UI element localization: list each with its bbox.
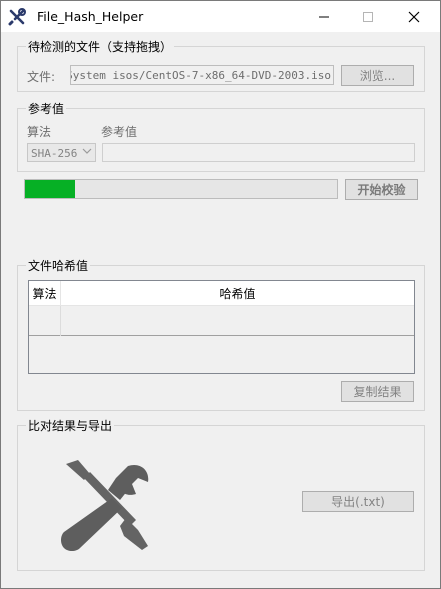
window-title: File_Hash_Helper — [37, 9, 144, 24]
minimize-icon — [319, 16, 329, 17]
hash-progress-bar — [24, 179, 338, 199]
browse-button[interactable]: 浏览... — [341, 65, 414, 86]
table-row[interactable] — [29, 306, 414, 336]
file-group-title: 待检测的文件（支持拖拽） — [26, 38, 175, 55]
column-header-algorithm[interactable]: 算法 — [29, 281, 61, 306]
reference-group: 参考值 算法 参考值 SHA-256 — [17, 100, 425, 172]
algorithm-select[interactable]: SHA-256 — [27, 143, 96, 162]
title-bar[interactable]: File_Hash_Helper — [1, 1, 440, 32]
reference-value-input[interactable] — [102, 143, 415, 162]
app-window: File_Hash_Helper 待检测的文件（支持拖拽） 文件: .../Sy… — [0, 0, 441, 589]
start-verify-button[interactable]: 开始校验 — [345, 179, 418, 200]
row-selector[interactable] — [29, 306, 61, 336]
file-path-field[interactable]: .../System isos/CentOS-7-x86_64-DVD-2003… — [70, 65, 334, 85]
close-icon — [408, 11, 420, 22]
copy-result-button[interactable]: 复制结果 — [341, 381, 414, 402]
file-label: 文件: — [27, 70, 56, 84]
hash-group: 文件哈希值 算法 哈希值 复制结果 — [17, 257, 425, 411]
file-path-text: .../System isos/CentOS-7-x86_64-DVD-2003… — [71, 69, 331, 82]
maximize-icon — [363, 11, 373, 22]
hash-results-table[interactable]: 算法 哈希值 — [28, 280, 415, 374]
table-header: 算法 哈希值 — [29, 281, 414, 306]
export-txt-button[interactable]: 导出(.txt) — [302, 491, 414, 512]
minimize-button[interactable] — [301, 1, 347, 32]
tools-icon — [8, 8, 26, 26]
compare-group-title: 比对结果与导出 — [26, 417, 115, 434]
progress-fill — [25, 180, 75, 198]
compare-export-group: 比对结果与导出 导出(.txt) — [17, 417, 425, 571]
algorithm-label: 算法 — [27, 125, 52, 139]
wrench-screwdriver-icon — [56, 456, 152, 552]
column-header-hash[interactable]: 哈希值 — [61, 281, 414, 306]
reference-group-title: 参考值 — [26, 100, 67, 117]
chevron-down-icon — [82, 146, 92, 159]
file-group: 待检测的文件（支持拖拽） 文件: .../System isos/CentOS-… — [17, 38, 425, 92]
close-button[interactable] — [391, 1, 437, 32]
maximize-button[interactable] — [345, 1, 391, 32]
reference-value-label: 参考值 — [101, 125, 138, 139]
algorithm-select-value: SHA-256 — [31, 147, 78, 160]
hash-group-title: 文件哈希值 — [26, 257, 91, 274]
